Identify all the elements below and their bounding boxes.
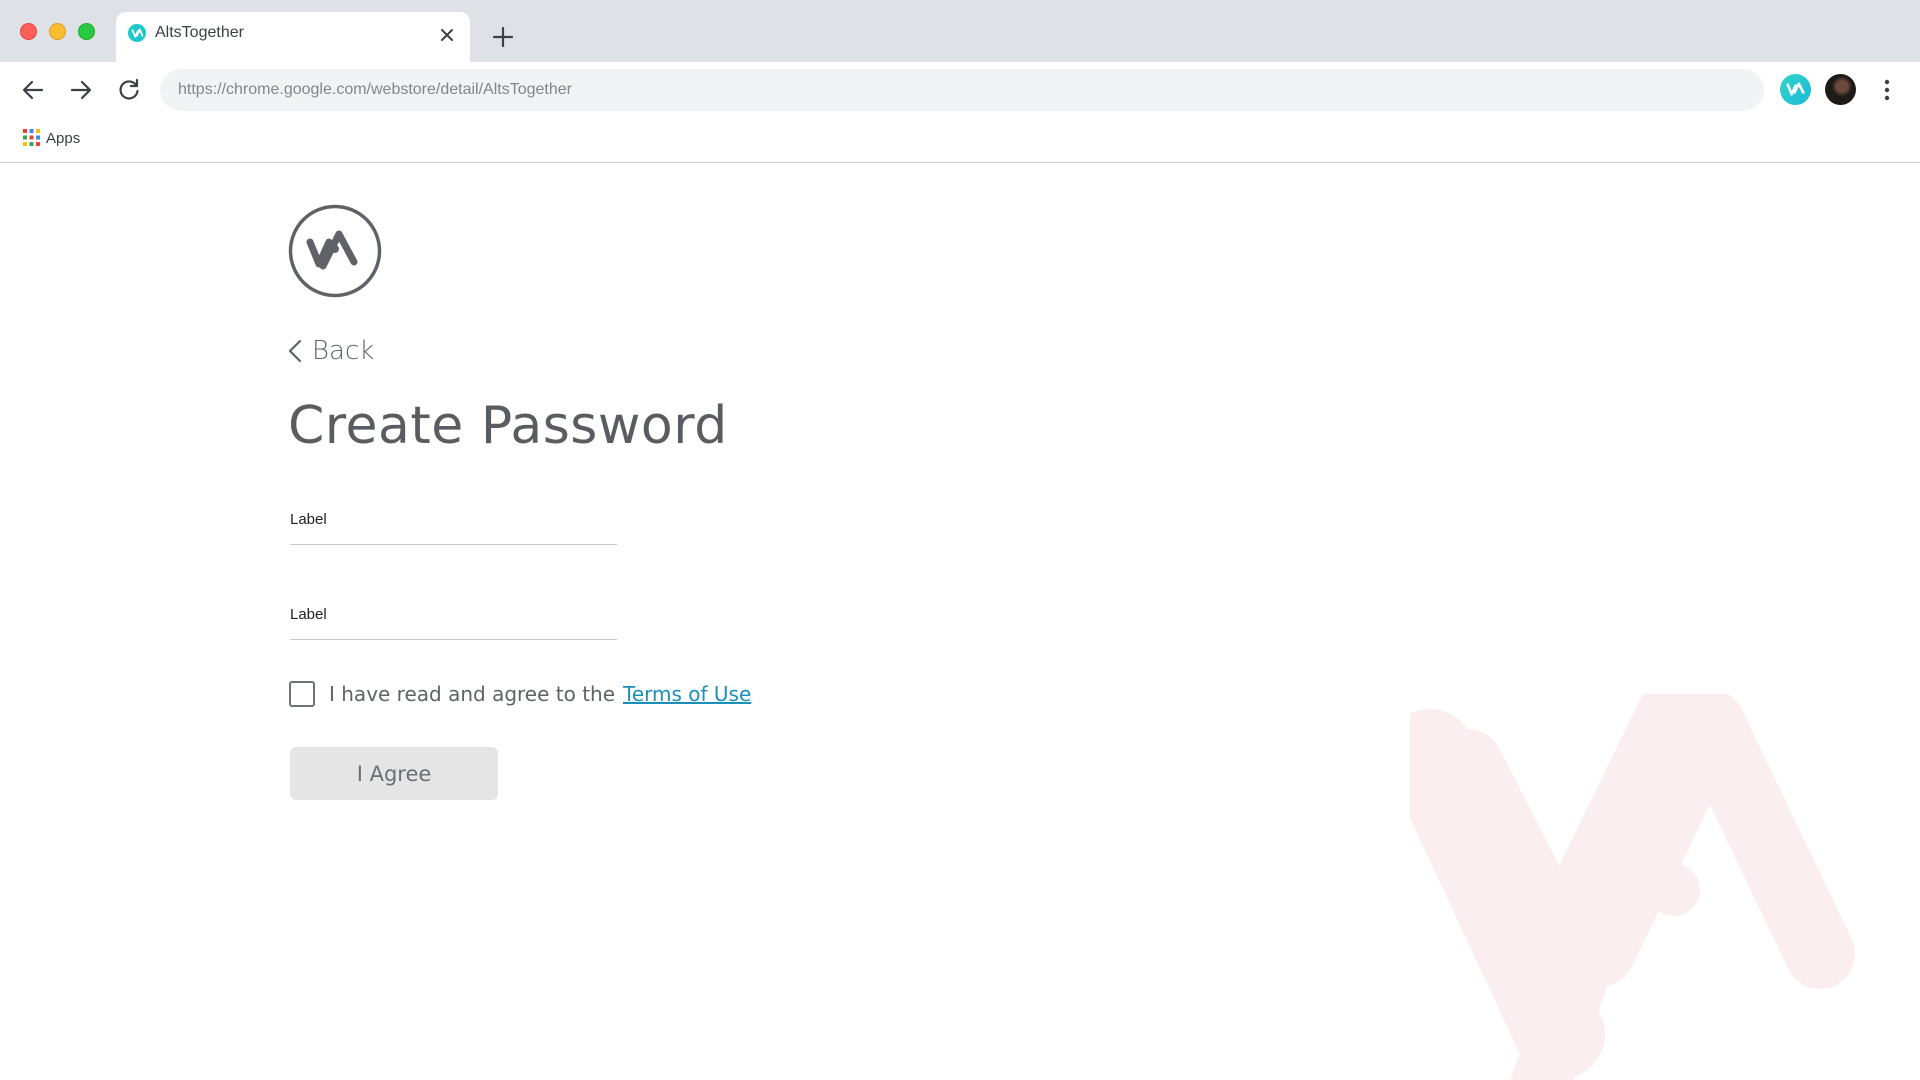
confirm-password-field[interactable]: Label: [290, 606, 617, 640]
back-label: Back: [312, 336, 375, 366]
arrow-right-icon[interactable]: [67, 76, 95, 104]
profile-avatar[interactable]: [1825, 74, 1856, 105]
agree-button[interactable]: I Agree: [290, 747, 498, 800]
back-link[interactable]: Back: [286, 336, 374, 366]
browser-toolbar: https://chrome.google.com/webstore/detai…: [0, 62, 1920, 118]
terms-agreement-text: I have read and agree to the: [329, 682, 616, 706]
field-label: Label: [290, 606, 327, 623]
browser-titlebar: AltsTogether: [0, 0, 1920, 62]
tab-title: AltsTogether: [155, 24, 244, 41]
terms-agreement-row: I have read and agree to the Terms of Us…: [289, 680, 751, 708]
bookmarks-bar: Apps: [0, 118, 1920, 163]
page-content: Back Create Password Label Label I have …: [0, 164, 1920, 1080]
window-maximize-button[interactable]: [78, 23, 95, 40]
kebab-menu-icon[interactable]: [1876, 76, 1898, 104]
terms-checkbox[interactable]: [289, 681, 315, 707]
page-title: Create Password: [288, 396, 728, 456]
address-bar[interactable]: https://chrome.google.com/webstore/detai…: [160, 69, 1764, 111]
window-close-button[interactable]: [20, 23, 37, 40]
altstogether-logo-icon: [288, 204, 382, 298]
window-minimize-button[interactable]: [49, 23, 66, 40]
arrow-left-icon[interactable]: [19, 76, 47, 104]
altstogether-extension-icon[interactable]: [1780, 74, 1811, 105]
close-icon[interactable]: [436, 24, 458, 46]
terms-of-use-link[interactable]: Terms of Use: [623, 682, 751, 706]
apps-grid-icon[interactable]: [23, 129, 40, 146]
altstogether-logo-icon: [128, 24, 146, 42]
field-label: Label: [290, 511, 327, 528]
password-input[interactable]: [290, 531, 617, 545]
reload-icon[interactable]: [115, 76, 143, 104]
chevron-left-icon: [288, 339, 302, 363]
address-bar-url: https://chrome.google.com/webstore/detai…: [178, 81, 572, 98]
plus-icon[interactable]: [490, 24, 516, 50]
browser-tab[interactable]: AltsTogether: [116, 12, 470, 62]
password-field[interactable]: Label: [290, 511, 617, 545]
confirm-password-input[interactable]: [290, 626, 617, 640]
watermark-logo: [1410, 694, 1855, 1080]
bookmark-apps[interactable]: Apps: [46, 130, 80, 147]
